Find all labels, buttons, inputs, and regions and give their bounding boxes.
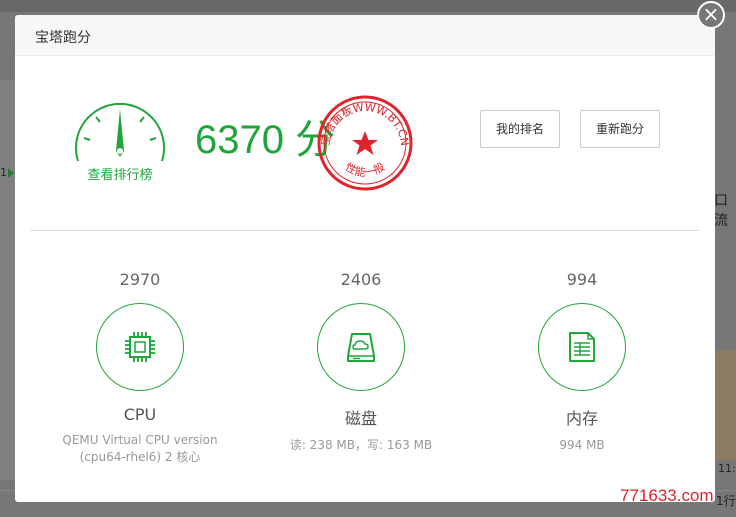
cpu-label: CPU [123,405,157,424]
metric-disk: 2406 磁盘 读: 238 MB，写: 163 MB [261,270,461,454]
cpu-score: 2970 [119,270,161,289]
disk-drive-icon [347,333,375,362]
disk-score: 2406 [340,270,382,289]
view-leaderboard-link[interactable]: 查看排行榜 [80,164,160,183]
section-divider [30,230,700,231]
cpu-description: QEMU Virtual CPU version (cpu64-rhel6) 2… [62,433,218,464]
background-time-label: 11: [718,462,736,475]
my-ranking-button[interactable]: 我的排名 [480,110,560,148]
benchmark-modal: 宝塔跑分 查看排行榜 6370 分 宝塔面板WWW.BT.CN 性能一般 我的排… [15,15,715,502]
svg-text:性能一般: 性能一般 [343,159,387,179]
modal-title: 宝塔跑分 [35,30,91,46]
memory-label: 内存 [565,409,598,428]
disk-icon-circle [317,303,405,391]
disk-label: 磁盘 [344,409,377,428]
memory-icon-circle [538,303,626,391]
play-icon [8,168,14,178]
close-button[interactable]: × [697,1,725,29]
seal-stamp-icon: 宝塔面板WWW.BT.CN 性能一般 [317,95,413,191]
site-watermark: 771633.com [620,486,714,505]
memory-document-icon [569,332,595,362]
background-chart-area [715,350,736,460]
metric-cpu: 2970 CPU QEMU Virtual CPU version (cpu64… [40,270,240,466]
metric-memory: 994 内存 994 MB [482,270,682,454]
disk-description: 读: 238 MB，写: 163 MB [289,438,433,452]
memory-description: 994 MB [559,438,605,452]
background-top-strip [0,0,736,12]
memory-score: 994 [566,270,598,289]
background-left-text: 1 [0,166,14,179]
retest-button[interactable]: 重新跑分 [580,110,660,148]
cpu-chip-icon [125,332,155,362]
modal-header [15,15,715,56]
background-left-panel [0,80,15,480]
gauge-icon[interactable] [70,101,170,171]
background-right-text: 口流 [714,193,728,229]
background-bottom-text: 1行 [716,494,736,508]
cpu-icon-circle [96,303,184,391]
